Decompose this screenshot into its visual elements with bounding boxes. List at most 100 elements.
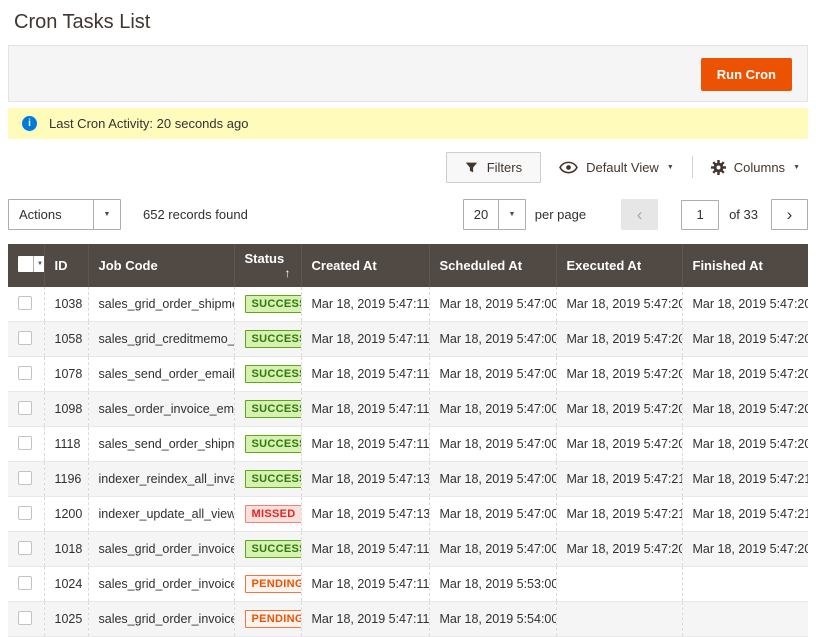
cell-finished-at: Mar 18, 2019 5:47:20 AM [682, 427, 808, 462]
cell-scheduled-at: Mar 18, 2019 5:47:00 AM [429, 287, 556, 322]
cell-id: 1078 [44, 357, 88, 392]
caret-down-icon[interactable]: ▼ [33, 256, 44, 272]
status-badge: SUCCESS [245, 330, 302, 348]
cell-job-code: sales_grid_creditmemo_async [88, 322, 234, 357]
cell-job-code: sales_grid_order_shipment [88, 287, 234, 322]
column-header-job-code[interactable]: Job Code [88, 244, 234, 287]
row-checkbox[interactable] [18, 296, 32, 310]
records-found-text: 652 records found [143, 207, 248, 222]
per-page-value: 20 [464, 200, 498, 229]
previous-page-button[interactable]: ‹ [621, 199, 658, 230]
cell-executed-at: Mar 18, 2019 5:47:20 AM [556, 392, 682, 427]
cell-scheduled-at: Mar 18, 2019 5:47:00 AM [429, 532, 556, 567]
column-header-status[interactable]: Status↑ [234, 244, 301, 287]
cell-finished-at: Mar 18, 2019 5:47:21 AM [682, 497, 808, 532]
row-checkbox[interactable] [18, 331, 32, 345]
cell-finished-at: Mar 18, 2019 5:47:20 AM [682, 287, 808, 322]
row-select-cell [8, 567, 44, 602]
cell-scheduled-at: Mar 18, 2019 5:47:00 AM [429, 392, 556, 427]
cell-job-code: indexer_update_all_views [88, 497, 234, 532]
filters-button[interactable]: Filters [446, 152, 541, 183]
cell-status: SUCCESS [234, 322, 301, 357]
cell-executed-at [556, 567, 682, 602]
cell-job-code: indexer_reindex_all_invalid [88, 462, 234, 497]
cell-created-at: Mar 18, 2019 5:47:11 AM [301, 567, 429, 602]
run-cron-button[interactable]: Run Cron [701, 58, 792, 91]
row-checkbox[interactable] [18, 436, 32, 450]
cell-id: 1118 [44, 427, 88, 462]
status-badge: SUCCESS [245, 540, 302, 558]
table-row: 1024 sales_grid_order_invoice_async PEND… [8, 567, 808, 602]
cell-executed-at [556, 602, 682, 637]
cell-finished-at [682, 602, 808, 637]
row-checkbox[interactable] [18, 541, 32, 555]
row-checkbox[interactable] [18, 576, 32, 590]
cron-activity-notice: i Last Cron Activity: 20 seconds ago [8, 108, 808, 139]
table-row: 1025 sales_grid_order_invoice_async PEND… [8, 602, 808, 637]
row-checkbox[interactable] [18, 401, 32, 415]
column-header-finished-at[interactable]: Finished At [682, 244, 808, 287]
cell-job-code: sales_grid_order_invoice_async [88, 567, 234, 602]
cell-job-code: sales_send_order_shipment [88, 427, 234, 462]
cell-finished-at [682, 567, 808, 602]
next-page-button[interactable]: › [771, 199, 808, 230]
cell-status: SUCCESS [234, 392, 301, 427]
cell-status: SUCCESS [234, 462, 301, 497]
status-badge: SUCCESS [245, 365, 302, 383]
cell-finished-at: Mar 18, 2019 5:47:20 AM [682, 532, 808, 567]
chevron-left-icon: ‹ [637, 205, 643, 225]
cell-status: PENDING [234, 602, 301, 637]
cell-finished-at: Mar 18, 2019 5:47:20 AM [682, 392, 808, 427]
cell-executed-at: Mar 18, 2019 5:47:21 AM [556, 497, 682, 532]
cell-id: 1024 [44, 567, 88, 602]
column-header-created-at[interactable]: Created At [301, 244, 429, 287]
cron-tasks-table: ▼ ID Job Code Status↑ Created At Schedul… [8, 244, 808, 637]
row-checkbox[interactable] [18, 611, 32, 625]
columns-selector-label: Columns [734, 160, 785, 175]
cell-status: MISSED [234, 497, 301, 532]
row-checkbox[interactable] [18, 471, 32, 485]
cell-executed-at: Mar 18, 2019 5:47:20 AM [556, 322, 682, 357]
cell-scheduled-at: Mar 18, 2019 5:47:00 AM [429, 427, 556, 462]
caret-down-icon: ▼ [498, 200, 525, 229]
status-badge: SUCCESS [245, 400, 302, 418]
chevron-down-icon: ▼ [793, 164, 800, 171]
actions-select[interactable]: Actions ▼ [8, 199, 121, 230]
cell-scheduled-at: Mar 18, 2019 5:53:00 AM [429, 567, 556, 602]
cell-created-at: Mar 18, 2019 5:47:11 AM [301, 392, 429, 427]
status-badge: PENDING [245, 575, 302, 593]
row-select-cell [8, 462, 44, 497]
row-checkbox[interactable] [18, 366, 32, 380]
column-header-executed-at[interactable]: Executed At [556, 244, 682, 287]
select-all-checkbox[interactable] [18, 256, 33, 272]
status-badge: MISSED [245, 505, 302, 523]
cell-id: 1025 [44, 602, 88, 637]
select-all-control[interactable]: ▼ [18, 256, 44, 272]
select-all-header: ▼ [8, 244, 44, 287]
cell-status: SUCCESS [234, 357, 301, 392]
cell-scheduled-at: Mar 18, 2019 5:47:00 AM [429, 357, 556, 392]
cell-created-at: Mar 18, 2019 5:47:11 AM [301, 287, 429, 322]
cell-executed-at: Mar 18, 2019 5:47:21 AM [556, 462, 682, 497]
cell-executed-at: Mar 18, 2019 5:47:20 AM [556, 427, 682, 462]
sort-asc-icon: ↑ [285, 266, 291, 280]
columns-selector[interactable]: Columns ▼ [711, 160, 800, 175]
cell-scheduled-at: Mar 18, 2019 5:54:00 AM [429, 602, 556, 637]
actions-select-value: Actions [9, 200, 72, 229]
notice-text: Last Cron Activity: 20 seconds ago [49, 116, 248, 131]
row-select-cell [8, 287, 44, 322]
page-toolbar: Run Cron [8, 45, 808, 102]
view-selector[interactable]: Default View ▼ [559, 160, 674, 175]
cell-id: 1196 [44, 462, 88, 497]
per-page-select[interactable]: 20 ▼ [463, 199, 526, 230]
cell-id: 1038 [44, 287, 88, 322]
row-checkbox[interactable] [18, 506, 32, 520]
column-header-id[interactable]: ID [44, 244, 88, 287]
column-header-scheduled-at[interactable]: Scheduled At [429, 244, 556, 287]
row-select-cell [8, 532, 44, 567]
status-badge: SUCCESS [245, 470, 302, 488]
cell-created-at: Mar 18, 2019 5:47:13 AM [301, 497, 429, 532]
current-page-input[interactable] [681, 200, 719, 230]
chevron-down-icon: ▼ [667, 164, 674, 171]
pagination-controls: 20 ▼ per page ‹ of 33 › [463, 199, 808, 230]
